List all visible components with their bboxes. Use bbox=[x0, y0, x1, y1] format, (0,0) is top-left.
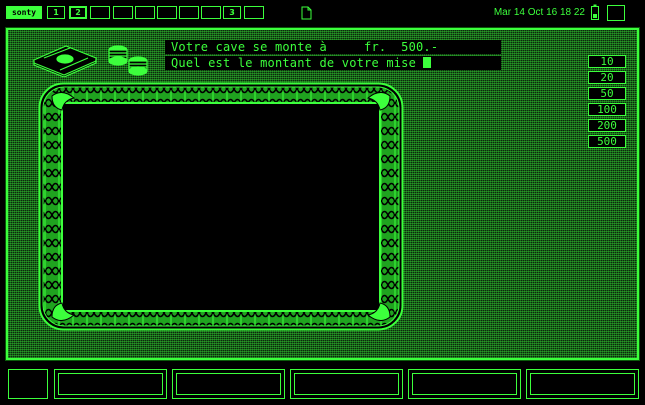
workspace-button-5[interactable] bbox=[135, 6, 155, 19]
top-bar: sonty 1 2 3 Mar 14 Oct 16 18 22 bbox=[0, 0, 645, 25]
bottom-button-6[interactable] bbox=[526, 369, 639, 399]
bet-button-50[interactable]: 50 bbox=[588, 87, 626, 100]
workspace-button-8[interactable] bbox=[201, 6, 221, 19]
bet-button-200[interactable]: 200 bbox=[588, 119, 626, 132]
game-display bbox=[64, 104, 378, 309]
bet-prompt[interactable]: Quel est le montant de votre mise bbox=[165, 56, 501, 70]
bottom-button-1[interactable] bbox=[8, 369, 48, 399]
window-menu-button[interactable] bbox=[607, 5, 625, 21]
document-icon[interactable] bbox=[301, 6, 312, 20]
bet-button-20[interactable]: 20 bbox=[588, 71, 626, 84]
battery-icon bbox=[591, 4, 599, 20]
bottom-button-4[interactable] bbox=[290, 369, 403, 399]
bet-button-10[interactable]: 10 bbox=[588, 55, 626, 68]
bottom-bar bbox=[0, 363, 645, 405]
clock: Mar 14 Oct 16 18 22 bbox=[493, 7, 585, 18]
workspace-button-1[interactable]: 1 bbox=[47, 6, 65, 19]
bet-button-500[interactable]: 500 bbox=[588, 135, 626, 148]
bottom-button-3[interactable] bbox=[172, 369, 285, 399]
money-stack-icon bbox=[32, 45, 148, 77]
workspace-button-3[interactable] bbox=[90, 6, 110, 19]
workspace-button-10[interactable] bbox=[244, 6, 264, 19]
workspace-button-7[interactable] bbox=[179, 6, 199, 19]
workspace-button-9[interactable]: 3 bbox=[223, 6, 241, 19]
workspace-button-2[interactable]: 2 bbox=[69, 6, 87, 19]
workspace-button-6[interactable] bbox=[157, 6, 177, 19]
bottom-button-5[interactable] bbox=[408, 369, 521, 399]
bankroll-message: Votre cave se monte à fr. 500.- bbox=[165, 40, 501, 54]
bottom-button-2[interactable] bbox=[54, 369, 167, 399]
workspace-button-4[interactable] bbox=[113, 6, 133, 19]
bet-prompt-text: Quel est le montant de votre mise bbox=[171, 56, 417, 70]
bet-button-100[interactable]: 100 bbox=[588, 103, 626, 116]
app-logo-button[interactable]: sonty bbox=[6, 6, 42, 19]
text-cursor bbox=[423, 57, 432, 68]
coins-icon bbox=[108, 45, 148, 76]
